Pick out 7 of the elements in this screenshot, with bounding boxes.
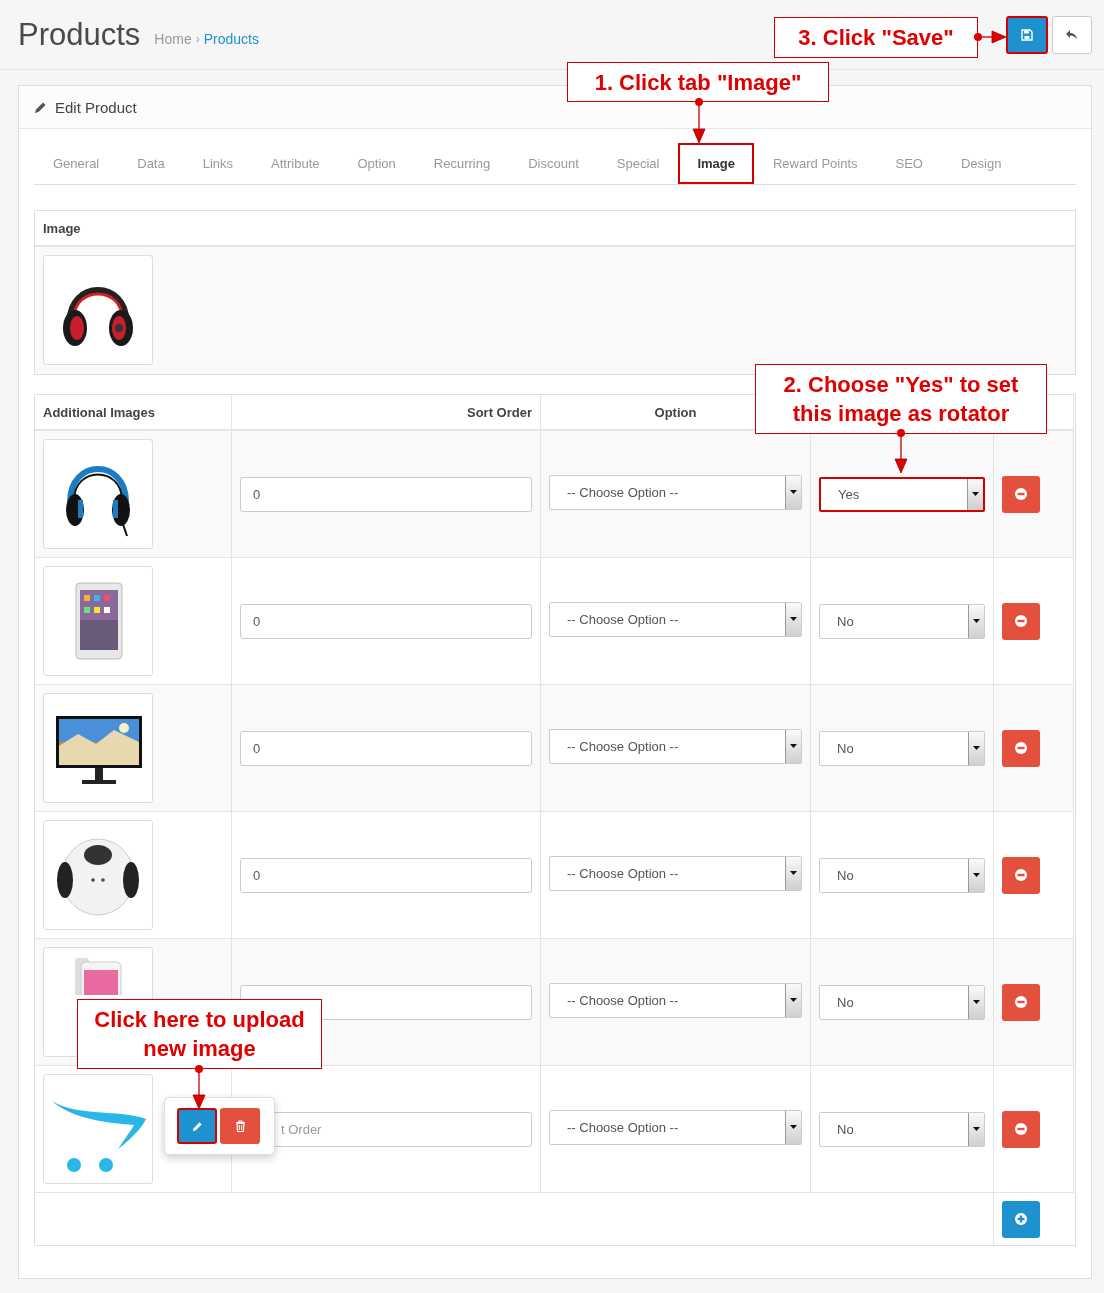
instruction-tooltip: 2. Choose "Yes" to set this image as rotator — [755, 364, 1047, 434]
page-title: Products — [18, 16, 141, 53]
instruction-tooltip: 1. Click tab "Image" — [567, 62, 829, 102]
breadcrumb-separator: › — [195, 31, 200, 46]
instruction-tooltip: 3. Click "Save" — [774, 17, 978, 58]
panel-title: Edit Product — [55, 98, 137, 116]
instruction-tooltip: Click here to upload new image — [77, 999, 322, 1069]
